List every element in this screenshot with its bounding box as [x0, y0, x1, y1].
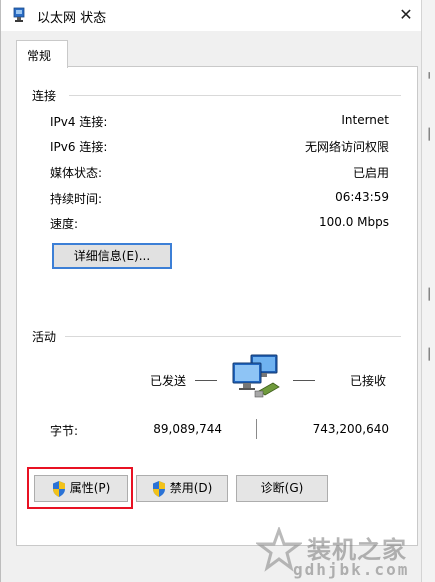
duration-label: 持续时间: [50, 192, 103, 206]
activity-group-label: 活动 [32, 330, 57, 344]
ipv6-label: IPv6 连接: [50, 140, 108, 154]
watermark-url: gdhjbk.com [293, 560, 410, 579]
disable-button-label: 禁用(D) [169, 481, 213, 495]
ipv6-value: 无网络访问权限 [304, 140, 389, 154]
background-window-strip: ╷ │ │ │ [421, 0, 435, 582]
received-label: 已接收 [350, 374, 387, 388]
details-button[interactable]: 详细信息(E)... [52, 243, 172, 269]
bytes-received-value: 743,200,640 [312, 422, 389, 436]
divider [69, 95, 401, 96]
background-window-fragment: ╷ [425, 66, 433, 79]
speed-value: 100.0 Mbps [318, 215, 389, 229]
sent-line [195, 380, 217, 381]
network-status-dialog: 以太网 状态 ✕ 常规 连接 IPv4 连接: Internet IPv6 连接… [0, 0, 422, 582]
connection-group-label: 连接 [32, 89, 57, 103]
background-window-fragment: │ [425, 288, 433, 301]
close-button[interactable]: ✕ [393, 3, 419, 27]
diagnose-button[interactable]: 诊断(G) [236, 475, 328, 502]
divider [65, 336, 401, 337]
tab-general[interactable]: 常规 [16, 40, 68, 68]
title-bar: 以太网 状态 ✕ [1, 0, 422, 31]
media-state-label: 媒体状态: [50, 166, 103, 180]
duration-value: 06:43:59 [335, 190, 389, 204]
media-state-value: 已启用 [352, 166, 389, 180]
speed-label: 速度: [50, 217, 79, 231]
details-button-label: 详细信息(E)... [73, 249, 151, 263]
tab-label: 常规 [27, 49, 52, 63]
bytes-divider [256, 419, 257, 439]
window-title: 以太网 状态 [37, 11, 107, 26]
diagnose-button-label: 诊断(G) [260, 481, 304, 495]
close-icon: ✕ [399, 5, 413, 24]
bytes-sent-value: 89,089,744 [153, 422, 222, 436]
network-activity-icon [232, 354, 280, 398]
received-line [293, 380, 315, 381]
ipv4-value: Internet [341, 113, 389, 127]
bytes-label: 字节: [50, 424, 79, 438]
ipv4-label: IPv4 连接: [50, 115, 108, 129]
background-window-fragment: │ [425, 348, 433, 361]
background-window-fragment: │ [425, 128, 433, 141]
disable-button[interactable]: 禁用(D) [136, 475, 228, 502]
shield-icon [152, 480, 165, 497]
highlight-box [27, 467, 133, 509]
network-adapter-icon [13, 7, 25, 22]
sent-label: 已发送 [150, 374, 187, 388]
